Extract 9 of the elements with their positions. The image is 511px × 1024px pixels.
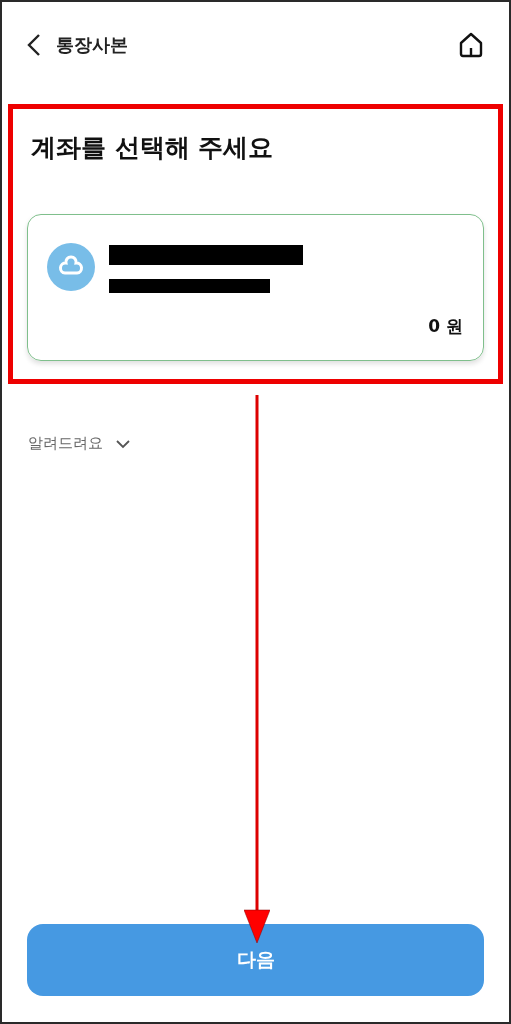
notice-toggle[interactable]: 알려드려요: [28, 434, 131, 453]
account-card[interactable]: 0 원: [27, 214, 484, 361]
back-icon[interactable]: [26, 33, 42, 57]
bank-logo-icon: [47, 243, 95, 291]
home-icon[interactable]: [457, 31, 485, 59]
account-balance: 0 원: [428, 315, 463, 338]
page-heading: 계좌를 선택해 주세요: [31, 132, 275, 164]
next-button[interactable]: 다음: [27, 924, 484, 996]
page-title: 통장사본: [56, 33, 129, 57]
